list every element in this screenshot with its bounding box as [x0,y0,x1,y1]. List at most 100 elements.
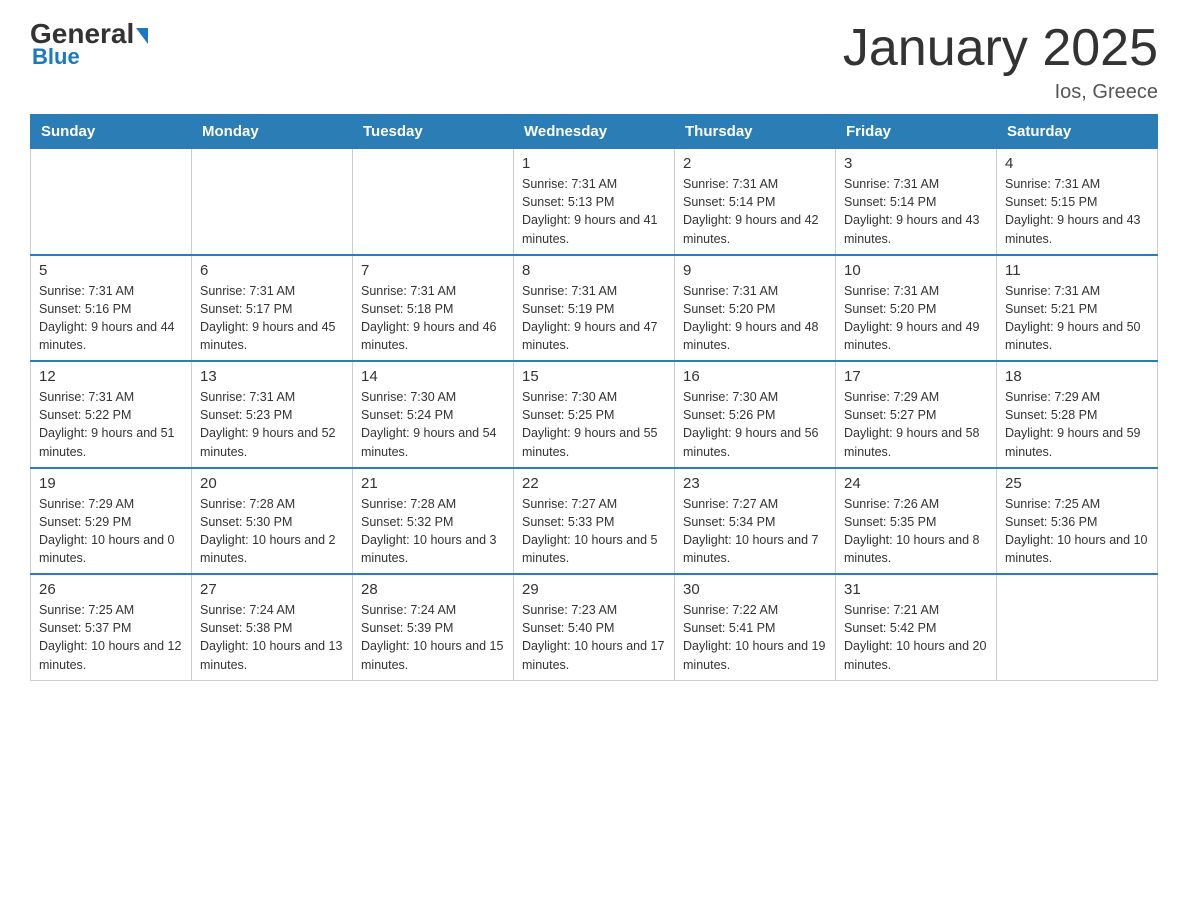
day-cell [997,574,1158,680]
day-info: Sunrise: 7:24 AMSunset: 5:38 PMDaylight:… [200,601,344,674]
day-info: Sunrise: 7:29 AMSunset: 5:28 PMDaylight:… [1005,388,1149,461]
page-header: General Blue January 2025 Ios, Greece [30,20,1158,104]
day-cell: 8 Sunrise: 7:31 AMSunset: 5:19 PMDaylight… [514,255,675,362]
day-cell: 27 Sunrise: 7:24 AMSunset: 5:38 PMDayligh… [192,574,353,680]
week-row-4: 19 Sunrise: 7:29 AMSunset: 5:29 PMDayligh… [31,468,1158,575]
day-cell: 3Sunrise: 7:31 AMSunset: 5:14 PMDaylight… [836,149,997,255]
day-number: 23 [683,475,827,492]
day-number: 4 [1005,155,1149,172]
logo: General Blue [30,20,148,70]
header-monday: Monday [192,115,353,149]
day-info: Sunrise: 7:31 AMSunset: 5:13 PMDaylight:… [522,175,666,248]
day-number: 26 [39,581,183,598]
day-cell: 6 Sunrise: 7:31 AMSunset: 5:17 PMDaylight… [192,255,353,362]
day-cell: 1 Sunrise: 7:31 AMSunset: 5:13 PMDaylight… [514,149,675,255]
day-cell: 9Sunrise: 7:31 AMSunset: 5:20 PMDaylight… [675,255,836,362]
day-info: Sunrise: 7:31 AMSunset: 5:14 PMDaylight:… [683,175,827,248]
day-cell: 28 Sunrise: 7:24 AMSunset: 5:39 PMDayligh… [353,574,514,680]
day-info: Sunrise: 7:31 AMSunset: 5:16 PMDaylight:… [39,282,183,355]
day-info: Sunrise: 7:31 AMSunset: 5:20 PMDaylight:… [683,282,827,355]
day-info: Sunrise: 7:27 AMSunset: 5:33 PMDaylight:… [522,495,666,568]
day-number: 11 [1005,262,1149,279]
calendar-title: January 2025 [843,20,1158,77]
header-wednesday: Wednesday [514,115,675,149]
day-cell: 2 Sunrise: 7:31 AMSunset: 5:14 PMDaylight… [675,149,836,255]
day-cell [192,149,353,255]
day-info: Sunrise: 7:21 AMSunset: 5:42 PMDaylight:… [844,601,988,674]
day-cell: 14Sunrise: 7:30 AMSunset: 5:24 PMDayligh… [353,361,514,468]
day-info: Sunrise: 7:30 AMSunset: 5:26 PMDaylight:… [683,388,827,461]
day-info: Sunrise: 7:30 AMSunset: 5:25 PMDaylight:… [522,388,666,461]
day-number: 14 [361,368,505,385]
day-cell: 15 Sunrise: 7:30 AMSunset: 5:25 PMDayligh… [514,361,675,468]
day-info: Sunrise: 7:22 AMSunset: 5:41 PMDaylight:… [683,601,827,674]
day-number: 28 [361,581,505,598]
day-number: 27 [200,581,344,598]
week-row-3: 12 Sunrise: 7:31 AMSunset: 5:22 PMDayligh… [31,361,1158,468]
title-block: January 2025 Ios, Greece [843,20,1158,104]
day-cell: 12 Sunrise: 7:31 AMSunset: 5:22 PMDayligh… [31,361,192,468]
day-number: 20 [200,475,344,492]
day-number: 6 [200,262,344,279]
day-cell: 31Sunrise: 7:21 AMSunset: 5:42 PMDayligh… [836,574,997,680]
day-info: Sunrise: 7:28 AMSunset: 5:32 PMDaylight:… [361,495,505,568]
day-info: Sunrise: 7:31 AMSunset: 5:20 PMDaylight:… [844,282,988,355]
day-number: 30 [683,581,827,598]
header-row: SundayMondayTuesdayWednesdayThursdayFrid… [31,115,1158,149]
day-number: 3 [844,155,988,172]
day-info: Sunrise: 7:31 AMSunset: 5:15 PMDaylight:… [1005,175,1149,248]
day-cell: 25Sunrise: 7:25 AMSunset: 5:36 PMDayligh… [997,468,1158,575]
day-info: Sunrise: 7:24 AMSunset: 5:39 PMDaylight:… [361,601,505,674]
day-cell: 13 Sunrise: 7:31 AMSunset: 5:23 PMDayligh… [192,361,353,468]
day-info: Sunrise: 7:26 AMSunset: 5:35 PMDaylight:… [844,495,988,568]
week-row-5: 26 Sunrise: 7:25 AMSunset: 5:37 PMDayligh… [31,574,1158,680]
day-number: 2 [683,155,827,172]
calendar-subtitle: Ios, Greece [843,81,1158,104]
day-cell: 7Sunrise: 7:31 AMSunset: 5:18 PMDaylight… [353,255,514,362]
day-info: Sunrise: 7:31 AMSunset: 5:21 PMDaylight:… [1005,282,1149,355]
day-number: 15 [522,368,666,385]
day-number: 13 [200,368,344,385]
day-number: 18 [1005,368,1149,385]
day-cell: 20 Sunrise: 7:28 AMSunset: 5:30 PMDayligh… [192,468,353,575]
day-number: 29 [522,581,666,598]
day-cell: 4 Sunrise: 7:31 AMSunset: 5:15 PMDaylight… [997,149,1158,255]
day-number: 12 [39,368,183,385]
day-info: Sunrise: 7:27 AMSunset: 5:34 PMDaylight:… [683,495,827,568]
day-cell: 11 Sunrise: 7:31 AMSunset: 5:21 PMDayligh… [997,255,1158,362]
day-cell: 17Sunrise: 7:29 AMSunset: 5:27 PMDayligh… [836,361,997,468]
day-number: 22 [522,475,666,492]
header-tuesday: Tuesday [353,115,514,149]
day-cell: 16Sunrise: 7:30 AMSunset: 5:26 PMDayligh… [675,361,836,468]
day-cell: 26 Sunrise: 7:25 AMSunset: 5:37 PMDayligh… [31,574,192,680]
day-info: Sunrise: 7:31 AMSunset: 5:23 PMDaylight:… [200,388,344,461]
day-cell [31,149,192,255]
day-cell: 18 Sunrise: 7:29 AMSunset: 5:28 PMDayligh… [997,361,1158,468]
header-saturday: Saturday [997,115,1158,149]
day-cell: 23 Sunrise: 7:27 AMSunset: 5:34 PMDayligh… [675,468,836,575]
day-number: 8 [522,262,666,279]
day-info: Sunrise: 7:25 AMSunset: 5:37 PMDaylight:… [39,601,183,674]
day-info: Sunrise: 7:23 AMSunset: 5:40 PMDaylight:… [522,601,666,674]
day-info: Sunrise: 7:31 AMSunset: 5:18 PMDaylight:… [361,282,505,355]
header-thursday: Thursday [675,115,836,149]
day-number: 24 [844,475,988,492]
day-cell: 30 Sunrise: 7:22 AMSunset: 5:41 PMDayligh… [675,574,836,680]
logo-blue: Blue [30,44,80,70]
day-cell: 5 Sunrise: 7:31 AMSunset: 5:16 PMDaylight… [31,255,192,362]
day-info: Sunrise: 7:28 AMSunset: 5:30 PMDaylight:… [200,495,344,568]
calendar-table: SundayMondayTuesdayWednesdayThursdayFrid… [30,114,1158,681]
day-number: 1 [522,155,666,172]
day-info: Sunrise: 7:31 AMSunset: 5:17 PMDaylight:… [200,282,344,355]
week-row-2: 5 Sunrise: 7:31 AMSunset: 5:16 PMDaylight… [31,255,1158,362]
day-info: Sunrise: 7:29 AMSunset: 5:29 PMDaylight:… [39,495,183,568]
day-number: 21 [361,475,505,492]
day-info: Sunrise: 7:31 AMSunset: 5:22 PMDaylight:… [39,388,183,461]
day-number: 5 [39,262,183,279]
day-number: 19 [39,475,183,492]
header-sunday: Sunday [31,115,192,149]
calendar-body: 1 Sunrise: 7:31 AMSunset: 5:13 PMDaylight… [31,149,1158,681]
day-info: Sunrise: 7:31 AMSunset: 5:19 PMDaylight:… [522,282,666,355]
day-cell: 22 Sunrise: 7:27 AMSunset: 5:33 PMDayligh… [514,468,675,575]
day-cell: 10Sunrise: 7:31 AMSunset: 5:20 PMDayligh… [836,255,997,362]
